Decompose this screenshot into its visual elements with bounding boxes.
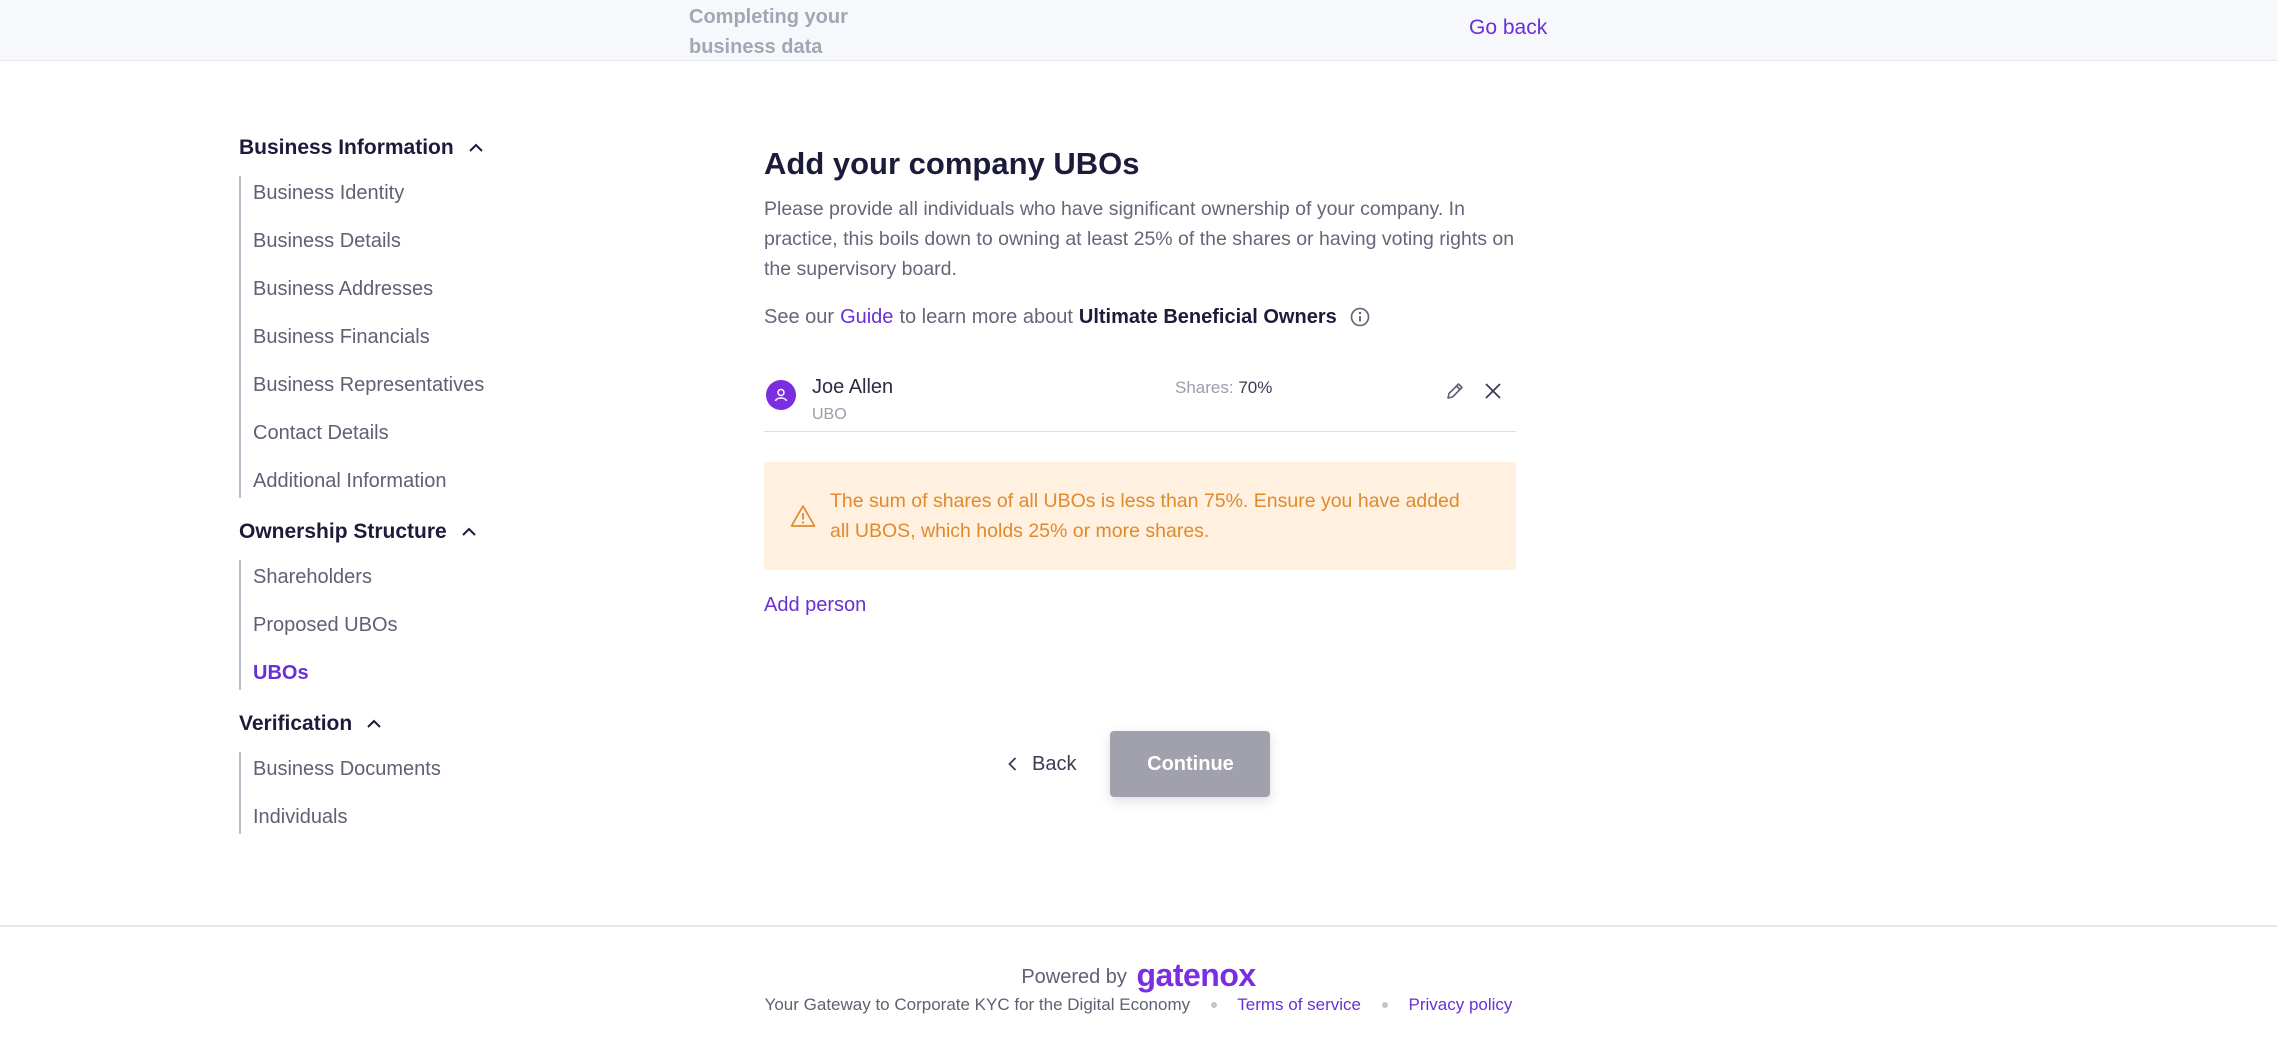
sidebar-item-business-financials[interactable]: Business Financials xyxy=(241,320,659,368)
page-description: Please provide all individuals who have … xyxy=(764,198,1515,280)
edit-pencil-icon[interactable] xyxy=(1444,380,1466,402)
back-label: Back xyxy=(1032,752,1077,775)
add-person-link[interactable]: Add person xyxy=(764,594,866,617)
privacy-policy-link[interactable]: Privacy policy xyxy=(1408,995,1512,1014)
shares-label: Shares: xyxy=(1175,378,1234,397)
guide-prefix: See our xyxy=(764,306,835,328)
terms-of-service-link[interactable]: Terms of service xyxy=(1237,995,1361,1014)
chevron-up-icon xyxy=(364,714,384,734)
ubo-list-item: Joe Allen UBO Shares: 70% xyxy=(764,360,1516,432)
sidebar-item-individuals[interactable]: Individuals xyxy=(241,800,659,834)
info-icon[interactable] xyxy=(1349,306,1371,328)
sidebar-item-shareholders[interactable]: Shareholders xyxy=(241,560,659,608)
chevron-up-icon xyxy=(459,522,479,542)
powered-by-label: Powered by xyxy=(1021,966,1127,988)
separator-dot xyxy=(1381,1002,1388,1008)
section-title: Business Information xyxy=(239,136,454,159)
sidebar-item-business-representatives[interactable]: Business Representatives xyxy=(241,368,659,416)
shares-warning-alert: The sum of shares of all UBOs is less th… xyxy=(764,462,1516,570)
ubo-name: Joe Allen xyxy=(812,376,894,398)
separator-dot xyxy=(1210,1002,1217,1008)
sidebar-item-business-addresses[interactable]: Business Addresses xyxy=(241,272,659,320)
back-button[interactable]: Back xyxy=(1004,753,1076,776)
gatenox-logo: gatenox xyxy=(1136,957,1257,993)
powered-by: Powered by gatenox xyxy=(0,957,2277,994)
section-toggle-verification[interactable]: Verification xyxy=(239,706,659,742)
sidebar-nav: Business Information Business Identity B… xyxy=(239,130,659,850)
sidebar-item-proposed-ubos[interactable]: Proposed UBOs xyxy=(241,608,659,656)
chevron-up-icon xyxy=(466,138,486,158)
go-back-link[interactable]: Go back xyxy=(1469,16,1547,40)
ubo-shares: Shares: 70% xyxy=(1175,378,1272,398)
sidebar-section-business-information: Business Information Business Identity B… xyxy=(239,130,659,498)
main-content: Add your company UBOs Please provide all… xyxy=(764,140,1516,617)
footer-links: Your Gateway to Corporate KYC for the Di… xyxy=(0,995,2277,1015)
sidebar-item-business-documents[interactable]: Business Documents xyxy=(241,752,659,800)
section-title: Verification xyxy=(239,712,353,735)
person-avatar-icon xyxy=(766,380,796,410)
remove-close-icon[interactable] xyxy=(1482,380,1504,402)
section-toggle-business-information[interactable]: Business Information xyxy=(239,130,659,166)
sidebar-section-verification: Verification Business Documents Individu… xyxy=(239,706,659,834)
section-title: Ownership Structure xyxy=(239,520,447,543)
ubo-term: Ultimate Beneficial Owners xyxy=(1078,306,1337,328)
continue-button[interactable]: Continue xyxy=(1110,731,1271,797)
top-bar: Completing your business data Go back xyxy=(0,0,2277,61)
warning-text: The sum of shares of all UBOs is less th… xyxy=(830,490,1460,542)
sidebar-item-business-identity[interactable]: Business Identity xyxy=(241,176,659,224)
guide-link[interactable]: Guide xyxy=(840,302,893,332)
shares-value: 70% xyxy=(1238,378,1273,397)
warning-triangle-icon xyxy=(790,504,816,528)
progress-title: Completing your business data xyxy=(689,6,848,58)
sidebar-item-contact-details[interactable]: Contact Details xyxy=(241,416,659,464)
guide-middle: to learn more about xyxy=(899,306,1073,328)
sidebar-section-ownership-structure: Ownership Structure Shareholders Propose… xyxy=(239,514,659,690)
sidebar-item-additional-information[interactable]: Additional Information xyxy=(241,464,659,498)
form-actions: Back Continue xyxy=(1004,731,1271,797)
sidebar-item-ubos[interactable]: UBOs xyxy=(241,656,659,690)
ubo-role: UBO xyxy=(812,406,847,423)
footer: Powered by gatenox Your Gateway to Corpo… xyxy=(0,925,2277,1042)
sidebar-item-business-details[interactable]: Business Details xyxy=(241,224,659,272)
footer-tagline: Your Gateway to Corporate KYC for the Di… xyxy=(764,995,1191,1014)
guide-line: See our Guide to learn more about Ultima… xyxy=(764,302,1516,332)
chevron-left-icon xyxy=(1008,757,1017,771)
page-title: Add your company UBOs xyxy=(764,146,1140,181)
section-toggle-ownership-structure[interactable]: Ownership Structure xyxy=(239,514,659,550)
